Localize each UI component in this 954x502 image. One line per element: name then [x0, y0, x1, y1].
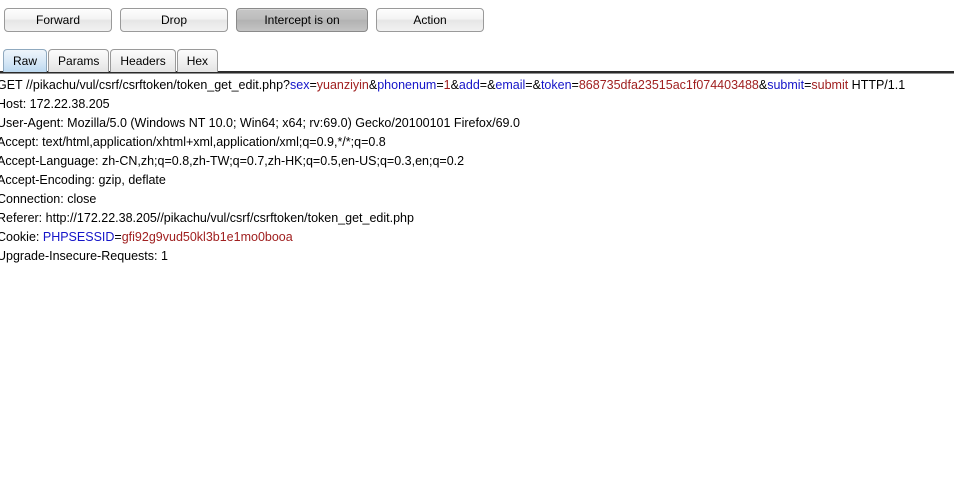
cookie-value: gfi92g9vud50kl3b1e1mo0booa — [121, 230, 293, 244]
tab-headers[interactable]: Headers — [110, 49, 176, 72]
request-line: GET //pikachu/vul/csrf/csrftoken/token_g… — [0, 78, 906, 92]
header-value: 1 — [160, 249, 168, 263]
header-value: Mozilla/5.0 (Windows NT 10.0; Win64; x64… — [67, 116, 520, 130]
header-value: zh-CN,zh;q=0.8,zh-TW;q=0.7,zh-HK;q=0.5,e… — [101, 154, 465, 168]
header-name: Connection: — [0, 192, 68, 206]
query-param-value: 1 — [443, 78, 451, 92]
header-line-upgrade-insecure-requests: Upgrade-Insecure-Requests: 1 — [0, 247, 954, 266]
header-name: Accept-Encoding: — [0, 173, 99, 187]
query-param-value: 868735dfa23515ac1f074403488 — [578, 78, 759, 92]
intercept-toggle-button[interactable]: Intercept is on — [236, 8, 368, 32]
header-line-host: Host: 172.22.38.205 — [0, 95, 954, 114]
header-name: Upgrade-Insecure-Requests: — [0, 249, 161, 263]
header-value: 172.22.38.205 — [29, 97, 110, 111]
query-param-name: sex — [290, 78, 310, 92]
forward-button[interactable]: Forward — [4, 8, 112, 32]
message-view-tabs: Raw Params Headers Hex — [0, 41, 954, 72]
action-button[interactable]: Action — [376, 8, 484, 32]
query-param-value: submit — [811, 78, 849, 92]
header-value: close — [67, 192, 97, 206]
header-name: Referer: — [0, 211, 46, 225]
drop-button[interactable]: Drop — [120, 8, 228, 32]
header-name-cookie: Cookie: — [0, 230, 43, 244]
header-line-referer: Referer: http://172.22.38.205//pikachu/v… — [0, 209, 954, 228]
header-name: User-Agent: — [0, 116, 68, 130]
header-line-connection: Connection: close — [0, 190, 954, 209]
header-value: http://172.22.38.205//pikachu/vul/csrf/c… — [45, 211, 414, 225]
tab-hex[interactable]: Hex — [176, 49, 219, 72]
header-value: gzip, deflate — [98, 173, 166, 187]
header-line-accept-language: Accept-Language: zh-CN,zh;q=0.8,zh-TW;q=… — [0, 152, 954, 171]
header-value: text/html,application/xhtml+xml,applicat… — [42, 135, 386, 149]
header-line-user-agent: User-Agent: Mozilla/5.0 (Windows NT 10.0… — [0, 114, 954, 133]
query-param-name: phonenum — [377, 78, 437, 92]
header-name: Accept: — [0, 135, 43, 149]
tab-params[interactable]: Params — [48, 49, 110, 72]
query-param-name: submit — [767, 78, 805, 92]
query-param-name: token — [540, 78, 572, 92]
header-name: Accept-Language: — [0, 154, 102, 168]
header-line-accept-encoding: Accept-Encoding: gzip, deflate — [0, 171, 954, 190]
header-name: Host: — [0, 97, 30, 111]
cookie-name: PHPSESSID — [42, 230, 115, 244]
intercept-toolbar: Forward Drop Intercept is on Action — [0, 0, 954, 40]
query-param-name: add — [458, 78, 480, 92]
header-line-accept: Accept: text/html,application/xhtml+xml,… — [0, 133, 954, 152]
raw-request-editor[interactable]: GET //pikachu/vul/csrf/csrftoken/token_g… — [0, 74, 954, 502]
tab-raw[interactable]: Raw — [3, 49, 48, 72]
query-param-name: email — [495, 78, 526, 92]
header-line-cookie: Cookie: PHPSESSID=gfi92g9vud50kl3b1e1mo0… — [0, 228, 954, 247]
query-param-value: yuanziyin — [316, 78, 369, 92]
